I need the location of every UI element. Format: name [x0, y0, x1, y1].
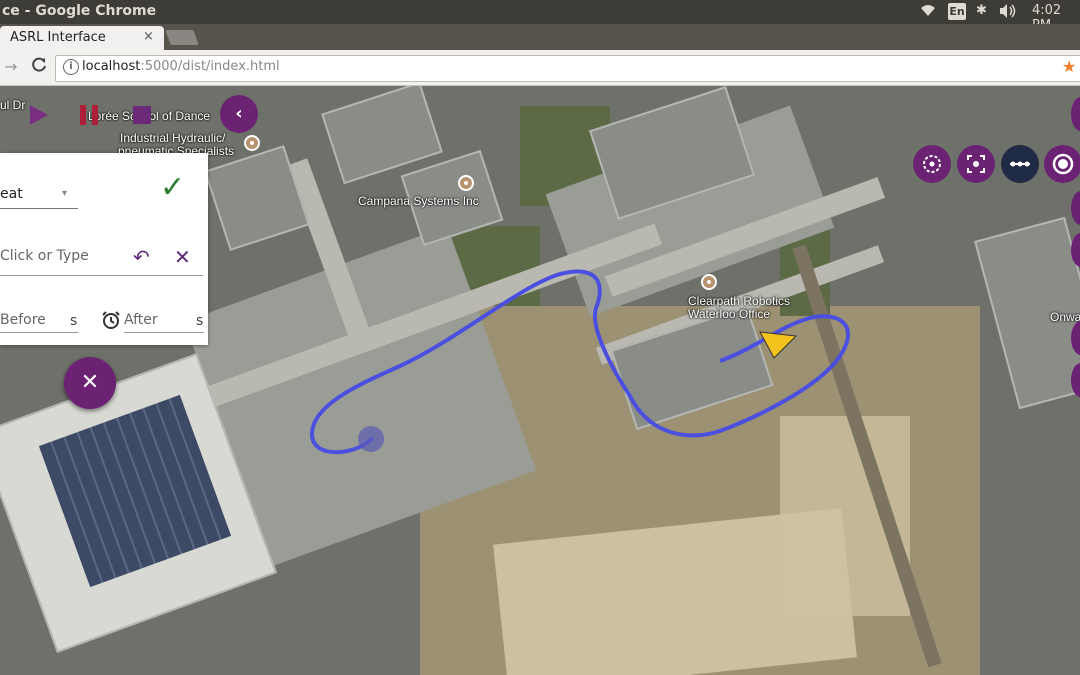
collapse-panel-button[interactable]: ‹ — [220, 95, 258, 133]
map-label: Clearpath Robotics — [688, 294, 791, 308]
os-top-bar: ce - Google Chrome En ✱ 4:02 PM — [0, 0, 1080, 33]
url-path: :5000/dist/index.html — [140, 59, 280, 74]
volume-icon[interactable] — [998, 3, 1016, 23]
poi-marker[interactable] — [244, 135, 260, 151]
target-icon[interactable] — [1044, 145, 1080, 183]
window-title: ce - Google Chrome — [2, 3, 157, 19]
close-goal-button[interactable]: ✕ — [64, 357, 116, 409]
reload-icon[interactable] — [30, 56, 48, 79]
stop-button[interactable] — [133, 106, 151, 124]
tab-close-icon[interactable]: × — [143, 29, 154, 44]
clear-icon[interactable]: ✕ — [174, 245, 191, 269]
alarm-clock-icon — [101, 310, 121, 330]
play-button[interactable] — [30, 105, 48, 125]
url-text[interactable]: localhost:5000/dist/index.html — [82, 59, 280, 74]
input-underline — [0, 275, 203, 276]
after-unit-label: s — [196, 313, 204, 329]
confirm-check-icon[interactable]: ✓ — [160, 170, 185, 205]
center-icon[interactable] — [913, 145, 951, 183]
bluetooth-icon[interactable]: ✱ — [976, 3, 987, 18]
site-info-icon[interactable]: i — [63, 59, 79, 75]
forward-icon[interactable]: → — [4, 57, 17, 76]
poi-marker[interactable] — [458, 175, 474, 191]
robot-position-arrow — [759, 331, 798, 359]
pause-button[interactable] — [80, 105, 100, 125]
pause-before-input[interactable]: Before — [0, 312, 78, 333]
url-host: localhost — [82, 59, 141, 74]
chevron-down-icon[interactable]: ▾ — [62, 188, 67, 199]
map-label: ul Dr — [0, 98, 26, 112]
target-vertex-input[interactable]: Click or Type — [0, 248, 130, 274]
pause-after-input[interactable]: After — [124, 312, 204, 333]
map-label: Waterloo Office — [688, 307, 771, 321]
undo-icon[interactable]: ↶ — [133, 245, 150, 269]
fit-view-icon[interactable] — [957, 145, 995, 183]
new-tab-button[interactable] — [165, 30, 199, 45]
poi-marker[interactable] — [701, 274, 717, 290]
tab-title: ASRL Interface — [10, 30, 106, 45]
path-icon[interactable] — [1001, 145, 1039, 183]
map-label: Campana Systems Inc — [358, 194, 479, 208]
keyboard-language-indicator[interactable]: En — [948, 3, 966, 20]
bookmark-star-icon[interactable]: ★ — [1062, 57, 1076, 76]
wifi-icon[interactable] — [920, 3, 936, 21]
tab-asrl-interface[interactable]: ASRL Interface × — [0, 26, 164, 50]
path-start-marker[interactable] — [358, 426, 384, 452]
before-unit-label: s — [70, 313, 78, 329]
map-label: Industrial Hydraulic/ — [120, 131, 226, 145]
